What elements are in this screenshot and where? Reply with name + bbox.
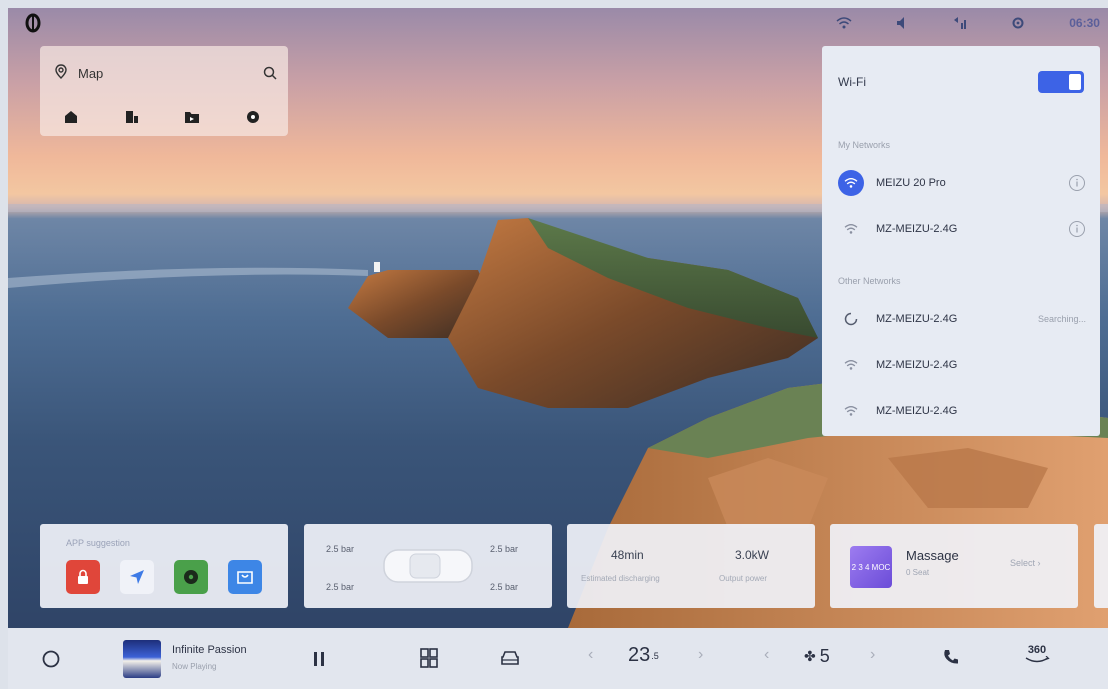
- company-icon[interactable]: [123, 110, 141, 124]
- next-card-peek[interactable]: [1094, 524, 1108, 608]
- network-status: Searching...: [1037, 314, 1086, 324]
- wifi-signal-icon: [838, 398, 864, 424]
- app-music-icon[interactable]: [174, 560, 208, 594]
- wifi-panel: Wi-Fi My Networks MEIZU 20 Pro MZ-MEIZU-…: [822, 46, 1100, 436]
- wifi-title: Wi-Fi: [838, 75, 866, 89]
- network-name: MZ-MEIZU-2.4G: [876, 223, 958, 235]
- network-name: MEIZU 20 Pro: [876, 177, 946, 189]
- search-icon[interactable]: [262, 65, 278, 81]
- tire-rear-left: 2.5 bar: [326, 582, 355, 592]
- output-power-label: Output power: [719, 574, 768, 583]
- network-row-searching[interactable]: MZ-MEIZU-2.4G Searching...: [838, 302, 1086, 336]
- pause-icon[interactable]: [312, 650, 326, 668]
- massage-card[interactable]: 2 3 4 MOC Massage 0 Seat Select ›: [830, 524, 1078, 608]
- album-art[interactable]: [123, 640, 161, 678]
- map-widget[interactable]: Map: [40, 46, 288, 136]
- fan-level-number: 5: [819, 646, 830, 666]
- network-row[interactable]: MZ-MEIZU-2.4G: [838, 212, 1086, 246]
- tire-front-right: 2.5 bar: [490, 544, 519, 554]
- app-navigation-icon[interactable]: [120, 560, 154, 594]
- output-power-value: 3.0kW: [735, 548, 770, 562]
- app-suggestion-card: APP suggestion: [40, 524, 288, 608]
- tire-pressure-card[interactable]: 2.5 bar 2.5 bar 2.5 bar 2.5 bar: [304, 524, 552, 608]
- app-suggestion-list: [66, 560, 262, 594]
- temperature-decimal: .5: [651, 650, 659, 661]
- fan-decrease-icon[interactable]: ‹: [764, 646, 769, 664]
- home-icon[interactable]: [62, 110, 80, 124]
- temperature-number: 23: [628, 644, 651, 666]
- media-title: Infinite Passion: [172, 644, 247, 656]
- app-store-icon[interactable]: [228, 560, 262, 594]
- app-suggestion-title: APP suggestion: [66, 538, 130, 548]
- massage-thumbnail: 2 3 4 MOC: [850, 546, 892, 588]
- wifi-signal-icon: [838, 216, 864, 242]
- wifi-signal-icon: [838, 352, 864, 378]
- dock-bar: Infinite Passion Now Playing ‹ 23.5 › ‹ …: [8, 628, 1108, 689]
- wifi-header: Wi-Fi: [838, 68, 1084, 96]
- settings-gear-icon[interactable]: [1011, 16, 1025, 30]
- my-networks-label: My Networks: [838, 140, 891, 150]
- charging-card[interactable]: 48min Estimated discharging 3.0kW Output…: [567, 524, 815, 608]
- brand-logo-icon[interactable]: [22, 12, 44, 34]
- massage-title: Massage: [906, 548, 959, 563]
- map-search-label: Map: [78, 65, 104, 81]
- map-icon: [52, 63, 70, 84]
- fan-icon: ✤: [804, 648, 816, 664]
- massage-select-link[interactable]: Select ›: [1010, 558, 1041, 568]
- tire-front-left: 2.5 bar: [326, 544, 355, 554]
- status-bar: 06:30: [822, 8, 1108, 38]
- rotate-arrow-icon: [1025, 656, 1050, 663]
- tire-rear-right: 2.5 bar: [490, 582, 519, 592]
- media-subtitle: Now Playing: [172, 662, 217, 671]
- fan-level: ✤ 5: [804, 646, 830, 667]
- status-time: 06:30: [1069, 16, 1100, 30]
- toggle-knob: [1069, 74, 1081, 90]
- phone-icon[interactable]: [942, 648, 960, 666]
- folder-icon[interactable]: [183, 111, 201, 124]
- app-lock-icon[interactable]: [66, 560, 100, 594]
- wifi-connected-icon: [838, 170, 864, 196]
- loading-spinner-icon: [838, 306, 864, 332]
- temp-decrease-icon[interactable]: ‹: [588, 646, 593, 664]
- network-name: MZ-MEIZU-2.4G: [876, 405, 958, 417]
- network-row[interactable]: MZ-MEIZU-2.4G: [838, 348, 1086, 382]
- map-shortcuts: [62, 106, 262, 128]
- info-icon[interactable]: [1068, 220, 1086, 238]
- more-places-icon[interactable]: [244, 110, 262, 124]
- discharge-time-value: 48min: [611, 548, 644, 562]
- network-name: MZ-MEIZU-2.4G: [876, 359, 958, 371]
- info-icon[interactable]: [1068, 174, 1086, 192]
- massage-subtitle: 0 Seat: [906, 568, 930, 577]
- app-grid-icon[interactable]: [420, 648, 438, 668]
- network-row[interactable]: MZ-MEIZU-2.4G: [838, 394, 1086, 428]
- view-360-label: 360: [1027, 644, 1047, 656]
- discharge-time-label: Estimated discharging: [581, 574, 660, 583]
- signal-icon[interactable]: [952, 16, 968, 30]
- other-networks-label: Other Networks: [838, 276, 901, 286]
- temperature-value: 23.5: [628, 644, 659, 667]
- car-status-icon[interactable]: [500, 650, 520, 666]
- wifi-status-icon[interactable]: [836, 16, 852, 30]
- map-search-bar[interactable]: Map: [52, 60, 278, 86]
- fan-increase-icon[interactable]: ›: [870, 646, 875, 664]
- temp-increase-icon[interactable]: ›: [698, 646, 703, 664]
- view-360-button[interactable]: 360: [1024, 644, 1050, 664]
- car-topview-icon: [383, 549, 473, 583]
- network-row-connected[interactable]: MEIZU 20 Pro: [838, 166, 1086, 200]
- volume-icon[interactable]: [896, 16, 908, 30]
- network-name: MZ-MEIZU-2.4G: [876, 313, 958, 325]
- home-circle-icon[interactable]: [42, 650, 60, 668]
- wifi-toggle[interactable]: [1038, 71, 1084, 93]
